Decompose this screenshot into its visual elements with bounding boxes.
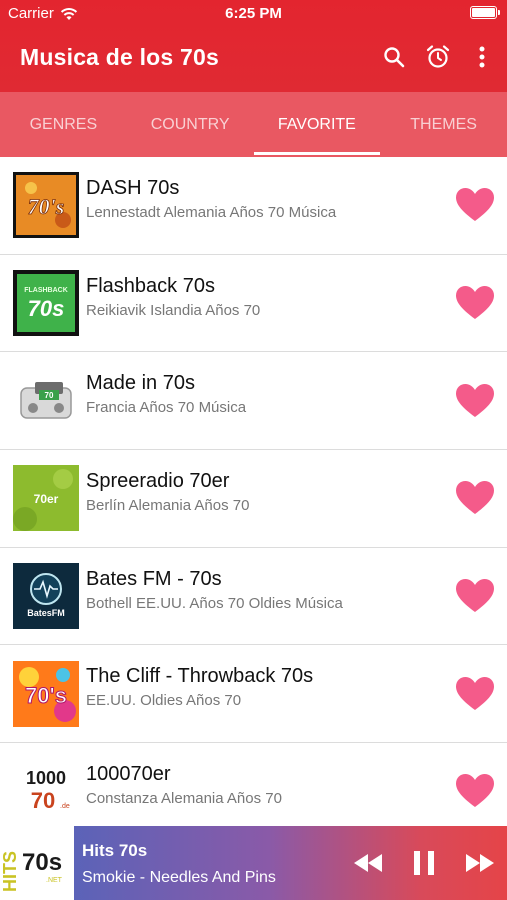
station-description: Reikiavik Islandia Años 70 xyxy=(86,301,261,319)
pause-button[interactable] xyxy=(407,848,441,878)
tab-genres[interactable]: GENRES xyxy=(0,92,127,157)
logo-text: 70 xyxy=(45,391,54,400)
station-row[interactable]: 70 Made in 70s Francia Años 70 Música xyxy=(0,352,507,451)
logo-text: BatesFM xyxy=(27,608,65,618)
svg-text:70: 70 xyxy=(31,788,55,813)
tab-themes[interactable]: THEMES xyxy=(380,92,507,157)
heart-icon[interactable] xyxy=(455,480,495,516)
svg-text:1000: 1000 xyxy=(26,768,66,788)
station-description: Bothell EE.UU. Años 70 Oldies Música xyxy=(86,594,343,612)
station-description: Francia Años 70 Música xyxy=(86,399,247,417)
station-name: Spreeradio 70er xyxy=(86,470,230,493)
station-row[interactable]: BatesFM Bates FM - 70s Bothell EE.UU. Añ… xyxy=(0,547,507,646)
svg-text:HITS: HITS xyxy=(0,851,20,892)
battery-icon xyxy=(470,6,500,19)
station-row[interactable]: FLASHBACK 70s Flashback 70s Reikiavik Is… xyxy=(0,254,507,353)
player-controls xyxy=(351,848,497,878)
logo-text: 70's xyxy=(28,194,65,219)
station-name: The Cliff - Throwback 70s xyxy=(86,665,314,688)
heart-icon[interactable] xyxy=(455,773,495,809)
player-info[interactable]: Hits 70s Smokie - Needles And Pins xyxy=(74,826,507,900)
station-name: Flashback 70s xyxy=(86,274,215,297)
logo-text: 70's xyxy=(25,683,67,708)
svg-text:FLASHBACK: FLASHBACK xyxy=(24,287,68,294)
status-time: 6:25 PM xyxy=(225,5,282,22)
station-description: Berlín Alemania Años 70 xyxy=(86,497,250,515)
alarm-clock-icon xyxy=(426,45,450,68)
tab-country[interactable]: COUNTRY xyxy=(127,92,254,157)
app-title: Musica de los 70s xyxy=(20,44,219,70)
app-header: Carrier 6:25 PM Musica de los 70s xyxy=(0,0,507,92)
search-icon xyxy=(384,47,405,68)
station-name: Made in 70s xyxy=(86,372,195,395)
station-name: DASH 70s xyxy=(86,177,180,199)
more-button[interactable] xyxy=(467,42,497,72)
player-track: Smokie - Needles And Pins xyxy=(82,869,276,886)
player-logo-art: HITS 70s .NET xyxy=(0,849,63,892)
svg-text:70s: 70s xyxy=(28,296,65,321)
station-logo: 70's xyxy=(13,660,79,727)
station-logo: 70er xyxy=(13,465,79,532)
station-logo: 70's xyxy=(13,172,79,239)
search-button[interactable] xyxy=(379,42,409,72)
tab-favorite[interactable]: FAVORITE xyxy=(253,92,381,157)
station-name: 100070er xyxy=(86,763,171,786)
station-list: 70's DASH 70s Lennestadt Alemania Años 7… xyxy=(0,157,507,841)
station-row[interactable]: 70's The Cliff - Throwback 70s EE.UU. Ol… xyxy=(0,645,507,744)
heart-icon[interactable] xyxy=(455,578,495,614)
fast-forward-button[interactable] xyxy=(463,848,497,878)
svg-text:.de: .de xyxy=(60,803,70,810)
station-row[interactable]: 70er Spreeradio 70er Berlín Alemania Año… xyxy=(0,450,507,548)
station-logo: BatesFM xyxy=(13,563,79,630)
station-name: Bates FM - 70s xyxy=(86,567,222,590)
app-actions xyxy=(379,42,497,72)
station-row[interactable]: 70's DASH 70s Lennestadt Alemania Años 7… xyxy=(0,157,507,255)
rewind-button[interactable] xyxy=(351,848,385,878)
station-description: Lennestadt Alemania Años 70 Música xyxy=(86,204,337,221)
heart-icon[interactable] xyxy=(455,285,495,321)
logo-text: 70er xyxy=(34,492,59,506)
mini-player[interactable]: HITS 70s .NET Hits 70s Smokie - Needles … xyxy=(0,826,507,900)
station-description: EE.UU. Oldies Años 70 xyxy=(86,692,242,710)
station-logo: 70 xyxy=(13,367,79,434)
svg-text:70s: 70s xyxy=(22,849,62,876)
station-logo: 1000 70 .de xyxy=(13,758,79,825)
heart-icon[interactable] xyxy=(455,187,495,223)
station-logo: FLASHBACK 70s xyxy=(13,270,79,337)
more-vertical-icon xyxy=(479,46,485,68)
heart-icon[interactable] xyxy=(455,383,495,419)
alarm-button[interactable] xyxy=(423,42,453,72)
tab-bar: GENRES COUNTRY FAVORITE THEMES xyxy=(0,92,507,157)
svg-text:.NET: .NET xyxy=(46,877,63,884)
station-description: Constanza Alemania Años 70 xyxy=(86,790,282,808)
status-bar: Carrier 6:25 PM xyxy=(0,0,507,28)
pause-icon xyxy=(414,851,434,875)
rewind-icon xyxy=(354,854,382,872)
player-station: Hits 70s xyxy=(82,841,148,860)
fast-forward-icon xyxy=(466,854,494,872)
player-logo: HITS 70s .NET xyxy=(0,826,74,900)
heart-icon[interactable] xyxy=(455,676,495,712)
